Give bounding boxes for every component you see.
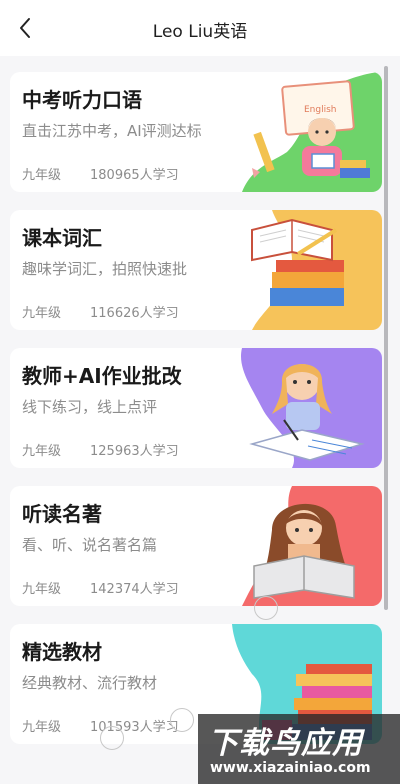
course-grade: 九年级 bbox=[22, 582, 62, 597]
course-name: 教师+AI作业批改 bbox=[22, 364, 182, 388]
girl-reading-illustration: English bbox=[242, 72, 382, 192]
english-board-text: English bbox=[304, 105, 337, 115]
watermark: 下载鸟应用 www.xiazainiao.com bbox=[198, 714, 400, 784]
watermark-url: www.xiazainiao.com bbox=[210, 760, 371, 776]
course-name: 精选教材 bbox=[22, 640, 102, 664]
course-description: 看、听、说名著名篇 bbox=[22, 536, 158, 554]
course-grade: 九年级 bbox=[22, 444, 62, 459]
teacher-grading-illustration bbox=[241, 348, 382, 468]
scrollbar[interactable] bbox=[384, 66, 388, 610]
course-learner-count: 125963人学习 bbox=[90, 444, 179, 459]
course-grade: 九年级 bbox=[22, 306, 62, 321]
page-title: Leo Liu英语 bbox=[152, 22, 248, 42]
girl-with-book-illustration bbox=[242, 486, 382, 606]
course-learner-count: 116626人学习 bbox=[90, 306, 179, 321]
course-name: 课本词汇 bbox=[22, 226, 102, 250]
course-card-textbook-vocabulary[interactable]: 课本词汇 趣味学词汇，拍照快速批 九年级 116626人学习 bbox=[10, 210, 382, 330]
course-description: 趣味学词汇，拍照快速批 bbox=[22, 260, 188, 278]
watermark-title: 下载鸟应用 bbox=[208, 726, 363, 761]
course-description: 线下练习，线上点评 bbox=[22, 398, 158, 416]
course-grade: 九年级 bbox=[22, 168, 62, 183]
decorative-circle bbox=[254, 596, 278, 620]
course-card-teacher-ai-homework[interactable]: 教师+AI作业批改 线下练习，线上点评 九年级 125963人学习 bbox=[10, 348, 382, 468]
course-learner-count: 180965人学习 bbox=[90, 168, 179, 183]
books-illustration bbox=[251, 210, 382, 330]
course-card-classic-novels[interactable]: 听读名著 看、听、说名著名篇 九年级 142374人学习 bbox=[10, 486, 382, 606]
decorative-circle bbox=[170, 708, 194, 732]
course-learner-count: 142374人学习 bbox=[90, 582, 179, 597]
course-description: 直击江苏中考，AI评测达标 bbox=[22, 122, 202, 140]
top-bar: Leo Liu英语 bbox=[0, 0, 400, 56]
course-card-listening-speaking[interactable]: 中考听力口语 直击江苏中考，AI评测达标 九年级 180965人学习 Engli… bbox=[10, 72, 382, 192]
course-name: 听读名著 bbox=[22, 502, 102, 526]
decorative-circle bbox=[100, 726, 124, 750]
course-grade: 九年级 bbox=[22, 720, 62, 735]
course-description: 经典教材、流行教材 bbox=[22, 674, 158, 692]
course-name: 中考听力口语 bbox=[22, 88, 142, 112]
course-list: 中考听力口语 直击江苏中考，AI评测达标 九年级 180965人学习 Engli… bbox=[0, 56, 400, 784]
